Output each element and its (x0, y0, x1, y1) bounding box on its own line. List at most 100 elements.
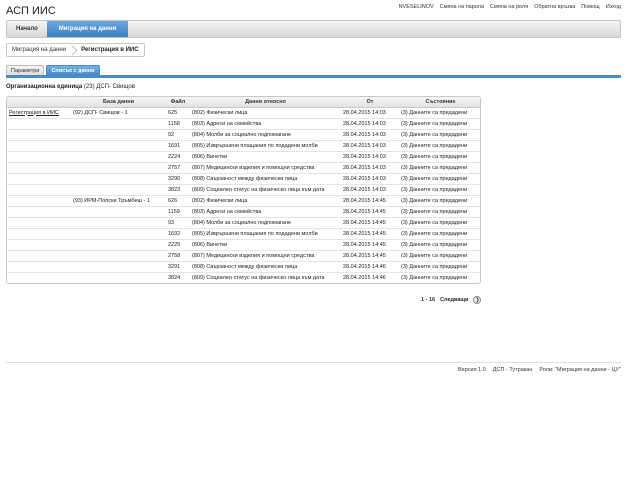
org-unit-label: Организационна единица (6, 84, 83, 90)
cell-database (71, 206, 166, 218)
cell-file: 2758 (166, 250, 190, 262)
cell-state: (3) Данните са предадени (399, 239, 480, 251)
cell-registration (7, 217, 71, 229)
table-row: 2758 (807) Медицински изделия и помощни с… (7, 250, 480, 262)
cell-from: 28.04.2015 14:03 (341, 107, 399, 119)
table-row: 3824 (809) Социален статус на физическо л… (7, 272, 480, 283)
cell-database (71, 250, 166, 262)
cell-file: 3824 (168, 274, 181, 281)
main-menu: Начало Миграция на данни (6, 20, 621, 38)
cell-file: 1158 (166, 118, 190, 130)
table-row: 1159 (803) Адреси на семейства 28.04.2015 … (7, 206, 480, 218)
column-header-from[interactable]: От (341, 97, 399, 108)
cell-registration (7, 206, 71, 218)
table-row: (93) ИРМ-Полски Тръмбеш - 1 626 (802) Физи… (7, 195, 480, 207)
cell-database (71, 129, 166, 141)
cell-about: (806) Винетки (190, 151, 341, 163)
cell-from: 28.04.2015 14:46 (341, 261, 399, 273)
column-header-about[interactable]: Данни относно (190, 97, 341, 108)
cell-registration (7, 162, 71, 174)
cell-from: 28.04.2015 14:46 (343, 274, 386, 281)
chevron-right-icon[interactable]: ❯ (473, 296, 482, 304)
cell-file: 2224 (166, 151, 190, 163)
cell-from: 28.04.2015 14:03 (341, 173, 399, 185)
cell-about: (809) Социален статус на физическо лица … (192, 274, 325, 281)
cell-file: 1159 (166, 206, 190, 218)
cell-registration (7, 195, 71, 207)
cell-from: 28.04.2015 14:03 (341, 162, 399, 174)
cell-registration (7, 173, 71, 185)
change-password-link[interactable]: Смяна на парола (440, 4, 484, 10)
cell-file: 2225 (166, 239, 190, 251)
tabs: Параметри Списък с данни (6, 65, 100, 75)
cell-from: 28.04.2015 14:45 (341, 239, 399, 251)
org-unit: Организационна единица (23) ДСП- Свищов (6, 84, 135, 90)
next-page-link[interactable]: Следващи (440, 297, 468, 303)
cell-about: (805) Изврършени плащания по подадени мо… (190, 228, 341, 240)
cell-about: (804) Молби за социално подпомагане (190, 217, 341, 229)
cell-file: 3290 (166, 173, 190, 185)
breadcrumb-parent[interactable]: Миграция на данни (7, 44, 71, 56)
cell-state: (3) Данните са предадени (399, 217, 480, 229)
table-row: 1692 (805) Изврършени плащания по подаден… (7, 228, 480, 240)
column-header-file[interactable]: Файл (166, 97, 190, 108)
cell-state: (3) Данните са предадени (399, 261, 480, 273)
cell-registration (7, 261, 71, 273)
cell-about: (802) Физически лица (190, 195, 341, 207)
cell-state: (3) Данните са предадени (399, 184, 480, 196)
menu-item-migration[interactable]: Миграция на данни (46, 21, 129, 37)
cell-state: (3) Данните са предадени (401, 274, 468, 281)
cell-database (71, 239, 166, 251)
cell-database (71, 272, 166, 283)
breadcrumb-current: Регистрация в ИИС (81, 47, 139, 53)
cell-registration (7, 118, 71, 130)
change-role-link[interactable]: Смяна на роля (490, 4, 528, 10)
cell-about: (806) Винетки (190, 239, 341, 251)
cell-about: (803) Адреси на семейства (190, 118, 341, 130)
cell-database (71, 228, 166, 240)
column-header-state[interactable]: Състояние (399, 97, 480, 108)
cell-registration[interactable]: Регистрация в ИИС (7, 107, 71, 119)
table-row: 2225 (806) Винетки 28.04.2015 14:45 (3) Дан… (7, 239, 480, 251)
logout-link[interactable]: Изход (606, 4, 621, 10)
cell-database: (93) ИРМ-Полски Тръмбеш - 1 (71, 195, 166, 207)
table-header-row: База данни Файл Данни относно От Състоян… (7, 97, 480, 108)
cell-state: (3) Данните са предадени (399, 228, 480, 240)
cell-state: (3) Данните са предадени (399, 206, 480, 218)
cell-database (71, 217, 166, 229)
breadcrumb-separator-icon (71, 44, 76, 56)
cell-file: 93 (166, 217, 190, 229)
help-link[interactable]: Помощ (581, 4, 599, 10)
cell-database (71, 151, 166, 163)
cell-registration (7, 129, 71, 141)
cell-from: 28.04.2015 14:03 (341, 184, 399, 196)
top-links: NVESELINOV Смяна на парола Смяна на роля… (399, 4, 621, 10)
cell-database: (92) ДСП- Свищов - 1 (71, 107, 166, 119)
cell-state: (3) Данните са предадени (399, 118, 480, 130)
user-link[interactable]: NVESELINOV (399, 4, 434, 10)
cell-file: 2757 (166, 162, 190, 174)
cell-database (71, 173, 166, 185)
tab-params[interactable]: Параметри (6, 65, 45, 75)
pager-range: 1 - 16 (421, 297, 436, 303)
pager: 1 - 16 Следващи ❯ (421, 296, 482, 304)
cell-from: 28.04.2015 14:45 (341, 195, 399, 207)
cell-from: 28.04.2015 14:45 (341, 250, 399, 262)
table-row: 2224 (806) Винетки 28.04.2015 14:03 (3) Дан… (7, 151, 480, 163)
breadcrumb: Миграция на данни Регистрация в ИИС (6, 43, 145, 57)
cell-file: 1692 (166, 228, 190, 240)
cell-state: (3) Данните са предадени (399, 107, 480, 119)
tab-data-list[interactable]: Списък с данни (46, 65, 100, 75)
cell-registration (7, 151, 71, 163)
cell-registration (7, 184, 71, 196)
table-row: 3291 (808) Свързаност между физически лиц… (7, 261, 480, 273)
cell-about: (808) Свързаност между физически лица (190, 261, 341, 273)
feedback-link[interactable]: Обратна връзка (534, 4, 575, 10)
cell-from: 28.04.2015 14:03 (341, 140, 399, 152)
column-header-database[interactable]: База данни (71, 97, 166, 108)
table-row: 3823 (809) Социален статус на физическо л… (7, 184, 480, 196)
table-body: Регистрация в ИИС (92) ДСП- Свищов - 1 625… (7, 107, 480, 283)
menu-item-home[interactable]: Начало (7, 21, 47, 37)
cell-about: (807) Медицински изделия и помощни средс… (190, 250, 341, 262)
cell-state: (3) Данните са предадени (399, 151, 480, 163)
